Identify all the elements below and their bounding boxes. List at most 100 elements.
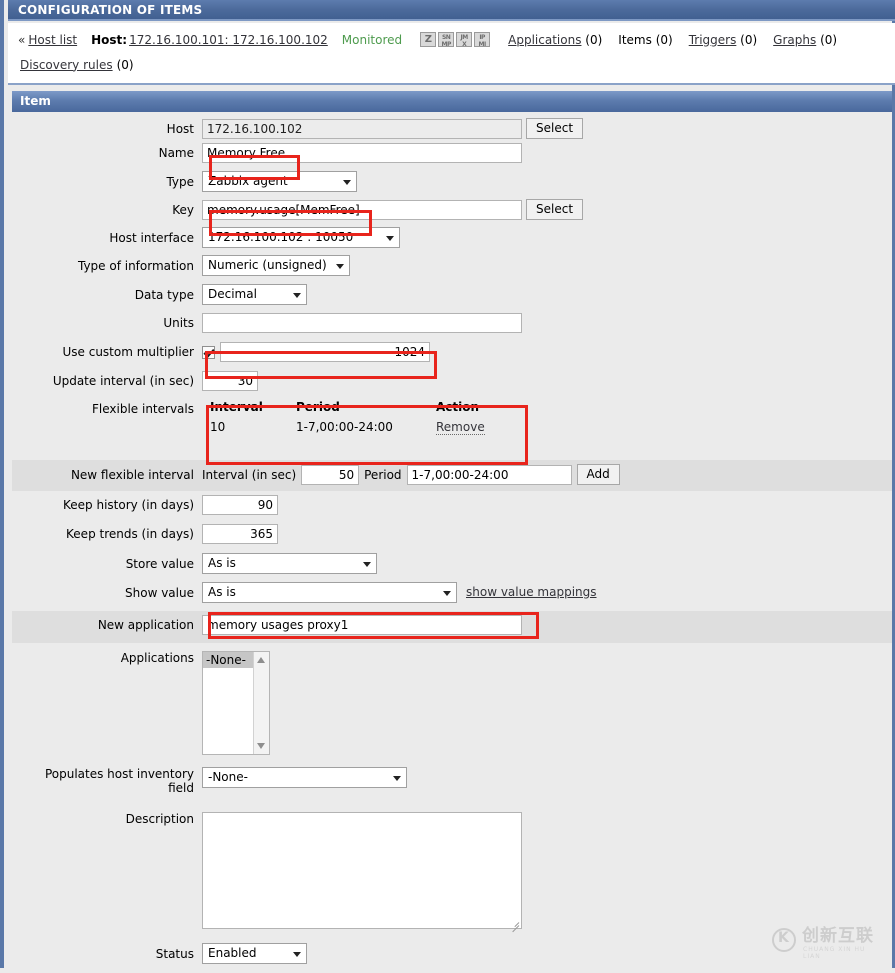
jmx-availability-icon[interactable]: JMX (456, 32, 472, 47)
keep-trends-field[interactable]: 365 (202, 524, 278, 544)
row-host: Host172.16.100.102Select (12, 112, 892, 143)
item-section-header: Item (12, 91, 892, 112)
data-type-select[interactable]: Decimal (202, 284, 307, 305)
row-type-of-information: Type of information Numeric (unsigned) (12, 255, 892, 284)
row-key: Keymemory.usage[MemFree]Select (12, 199, 892, 227)
cell-period: 1-7,00:00-24:00 (296, 418, 436, 436)
units-label: Units (12, 316, 202, 330)
cell-action: Remove (436, 418, 526, 436)
host-field[interactable]: 172.16.100.102 (202, 119, 522, 139)
type-of-information-value: Numeric (unsigned) (208, 258, 327, 272)
flexible-intervals-label: Flexible intervals (12, 398, 202, 416)
new-period-field[interactable]: 1-7,00:00-24:00 (407, 465, 572, 485)
row-type: TypeZabbix agent (12, 171, 892, 199)
breadcrumb: «Host listHost:172.16.100.101: 172.16.10… (8, 23, 895, 85)
key-select-button[interactable]: Select (526, 199, 583, 220)
host-inventory-label-line2: field (168, 781, 194, 795)
host-interface-select[interactable]: 172.16.100.102 : 10050 (202, 227, 400, 248)
row-data-type: Data typeDecimal (12, 284, 892, 313)
host-interface-value: 172.16.100.102 : 10050 (208, 230, 353, 244)
name-field[interactable]: Memory Free (202, 143, 522, 163)
row-update-interval: Update interval (in sec)30 (12, 371, 892, 398)
chevron-down-icon (443, 591, 451, 596)
page-title: CONFIGURATION OF ITEMS (18, 3, 202, 17)
status-value: Enabled (208, 946, 257, 960)
type-of-information-label: Type of information (12, 259, 202, 273)
update-interval-field[interactable]: 30 (202, 371, 258, 391)
host-list-link[interactable]: Host list (28, 33, 77, 47)
remove-interval-link[interactable]: Remove (436, 420, 485, 435)
host-inventory-field-label: Populates host inventoryfield (12, 767, 202, 795)
status-select[interactable]: Enabled (202, 943, 307, 964)
applications-link[interactable]: Applications (508, 33, 581, 47)
discovery-rules-link[interactable]: Discovery rules (20, 58, 113, 72)
status-label: Status (12, 947, 202, 961)
row-new-flexible-interval: New flexible intervalInterval (in sec)50… (12, 460, 892, 491)
units-field[interactable] (202, 313, 522, 333)
new-application-label: New application (12, 618, 202, 632)
custom-multiplier-checkbox[interactable] (202, 346, 215, 359)
data-type-label: Data type (12, 288, 202, 302)
table-header-row: Interval Period Action (210, 398, 526, 418)
update-interval-label: Update interval (in sec) (12, 374, 202, 388)
breadcrumb-triggers: Triggers (0) (689, 33, 757, 47)
ipmi-availability-icon[interactable]: IPMI (474, 32, 490, 47)
store-value-select[interactable]: As is (202, 553, 377, 574)
listbox-scrollbar[interactable] (253, 652, 269, 754)
row-applications: Applications -None- (12, 643, 892, 767)
triggers-link[interactable]: Triggers (689, 33, 737, 47)
triggers-count: (0) (740, 33, 757, 47)
items-label: Items (618, 33, 652, 47)
row-status: Status Enabled (12, 943, 892, 973)
breadcrumb-items: Items (0) (618, 33, 672, 47)
keep-trends-label: Keep trends (in days) (12, 527, 202, 541)
type-of-information-select[interactable]: Numeric (unsigned) (202, 255, 350, 276)
show-value-value: As is (208, 585, 236, 599)
chevron-down-icon (293, 293, 301, 298)
flexible-intervals-table: Interval Period Action 10 1-7,00:00-24:0… (210, 398, 526, 436)
watermark-chinese-text: 创新互联 (802, 927, 874, 946)
show-value-select[interactable]: As is (202, 582, 457, 603)
row-show-value: Show valueAs isshow value mappings (12, 582, 892, 611)
custom-multiplier-label: Use custom multiplier (12, 345, 202, 359)
add-flexible-interval-button[interactable]: Add (577, 464, 620, 485)
graphs-link[interactable]: Graphs (773, 33, 816, 47)
scroll-up-icon[interactable] (257, 657, 265, 663)
watermark-logo: K 创新互联 CHUANG XIN HU LIAN (772, 924, 884, 958)
list-item[interactable]: -None- (203, 652, 253, 668)
type-select[interactable]: Zabbix agent (202, 171, 357, 192)
host-name-link[interactable]: 172.16.100.101: 172.16.100.102 (129, 33, 328, 47)
new-period-sublabel: Period (364, 468, 401, 482)
custom-multiplier-field[interactable]: 1024 (220, 342, 430, 362)
host-label: Host: (91, 33, 127, 47)
snmp-availability-icon[interactable]: SNMP (438, 32, 454, 47)
row-store-value: Store valueAs is (12, 553, 892, 582)
table-row: 10 1-7,00:00-24:00 Remove (210, 418, 526, 436)
host-select-button[interactable]: Select (526, 118, 583, 139)
row-keep-history: Keep history (in days)90 (12, 491, 892, 524)
key-field[interactable]: memory.usage[MemFree] (202, 200, 522, 220)
row-custom-multiplier: Use custom multiplier 1024 (12, 342, 892, 371)
keep-history-field[interactable]: 90 (202, 495, 278, 515)
row-name: NameMemory Free (12, 143, 892, 171)
scroll-down-icon[interactable] (257, 743, 265, 749)
description-textarea[interactable] (202, 812, 522, 929)
store-value-value: As is (208, 556, 236, 570)
item-form: Host172.16.100.102Select NameMemory Free… (12, 112, 892, 973)
host-inventory-label-line1: Populates host inventory (45, 767, 194, 781)
keep-history-label: Keep history (in days) (12, 498, 202, 512)
zabbix-availability-icon[interactable]: Z (420, 32, 436, 47)
cell-interval: 10 (210, 418, 296, 436)
breadcrumb-row-primary: «Host listHost:172.16.100.101: 172.16.10… (8, 32, 895, 58)
resize-grip-icon[interactable] (509, 917, 519, 927)
availability-icons: ZSNMPJMXIPMI (420, 32, 492, 47)
chevron-down-icon (386, 236, 394, 241)
row-units: Units (12, 313, 892, 342)
new-interval-field[interactable]: 50 (301, 465, 359, 485)
row-host-interface: Host interface172.16.100.102 : 10050 (12, 227, 892, 255)
applications-listbox[interactable]: -None- (202, 651, 270, 755)
show-value-mappings-link[interactable]: show value mappings (466, 585, 597, 599)
new-application-field[interactable]: memory usages proxy1 (202, 615, 522, 635)
host-inventory-field-select[interactable]: -None- (202, 767, 407, 788)
row-flexible-intervals: Flexible intervals Interval Period Actio… (12, 398, 892, 460)
